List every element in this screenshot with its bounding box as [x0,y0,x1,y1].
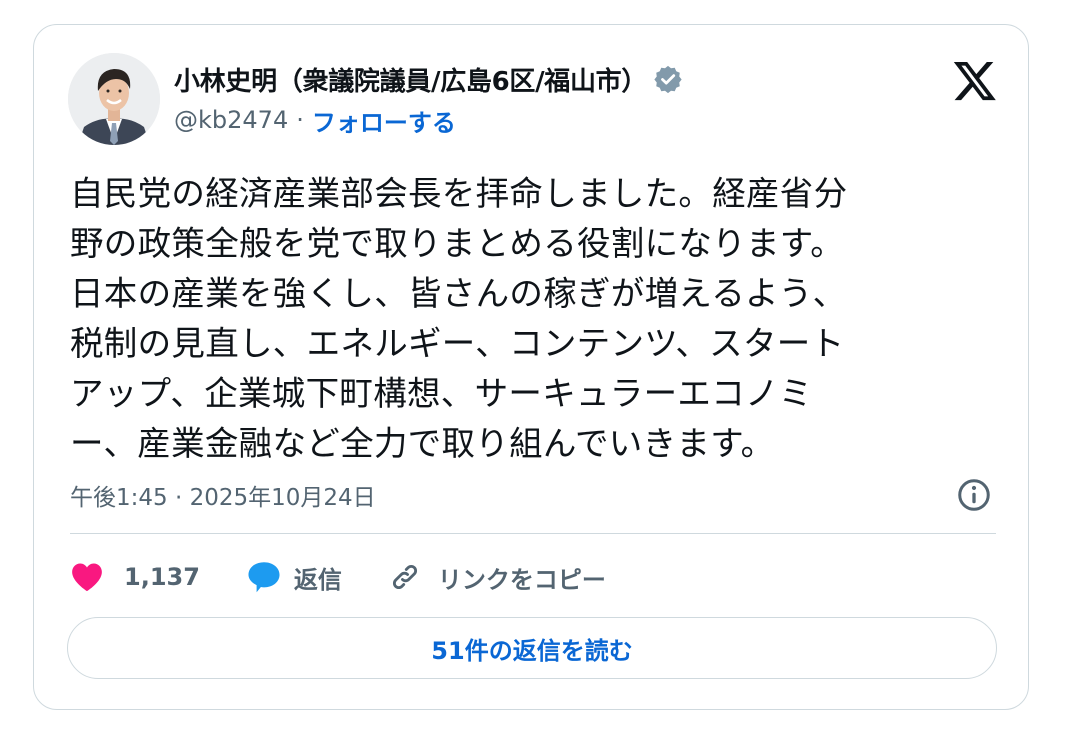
like-button[interactable]: 1,137 [70,561,200,593]
author-handle[interactable]: @kb2474 [174,106,288,134]
author-handle-row: @kb2474 · フォローする [174,103,456,137]
divider [70,533,996,534]
action-bar: 1,137 返信 リンクをコピー [70,555,606,599]
avatar[interactable] [68,53,160,145]
author-display-name[interactable]: 小林史明（衆議院議員/広島6区/福山市） [174,61,647,98]
copy-link-button[interactable]: リンクをコピー [388,560,606,595]
tweet-text: 自民党の経済産業部会長を拝命しました。経産省分 野の政策全般を党で取りまとめる役… [70,174,848,463]
tweet-timestamp-row[interactable]: 午後1:45 · 2025年10月24日 [70,475,376,515]
like-count: 1,137 [124,563,200,591]
author-name-row[interactable]: 小林史明（衆議院議員/広島6区/福山市） [174,59,683,99]
tweet-card: 小林史明（衆議院議員/広島6区/福山市） @kb2474 · フォローする 自民… [33,24,1029,710]
speech-bubble-icon [248,562,280,593]
verified-badge-icon [653,64,683,94]
info-icon[interactable] [956,477,992,513]
link-icon [392,564,417,590]
x-logo-icon[interactable] [952,61,998,103]
tweet-timestamp[interactable]: 午後1:45 · 2025年10月24日 [70,478,376,512]
reply-label: 返信 [293,565,342,594]
read-replies-button[interactable]: 51件の返信を読む [67,617,997,679]
reply-button[interactable]: 返信 [246,560,342,595]
heart-icon [72,563,102,592]
copy-link-label: リンクをコピー [437,565,606,594]
follow-button[interactable]: フォローする [312,103,456,138]
separator-dot: · [296,106,304,134]
